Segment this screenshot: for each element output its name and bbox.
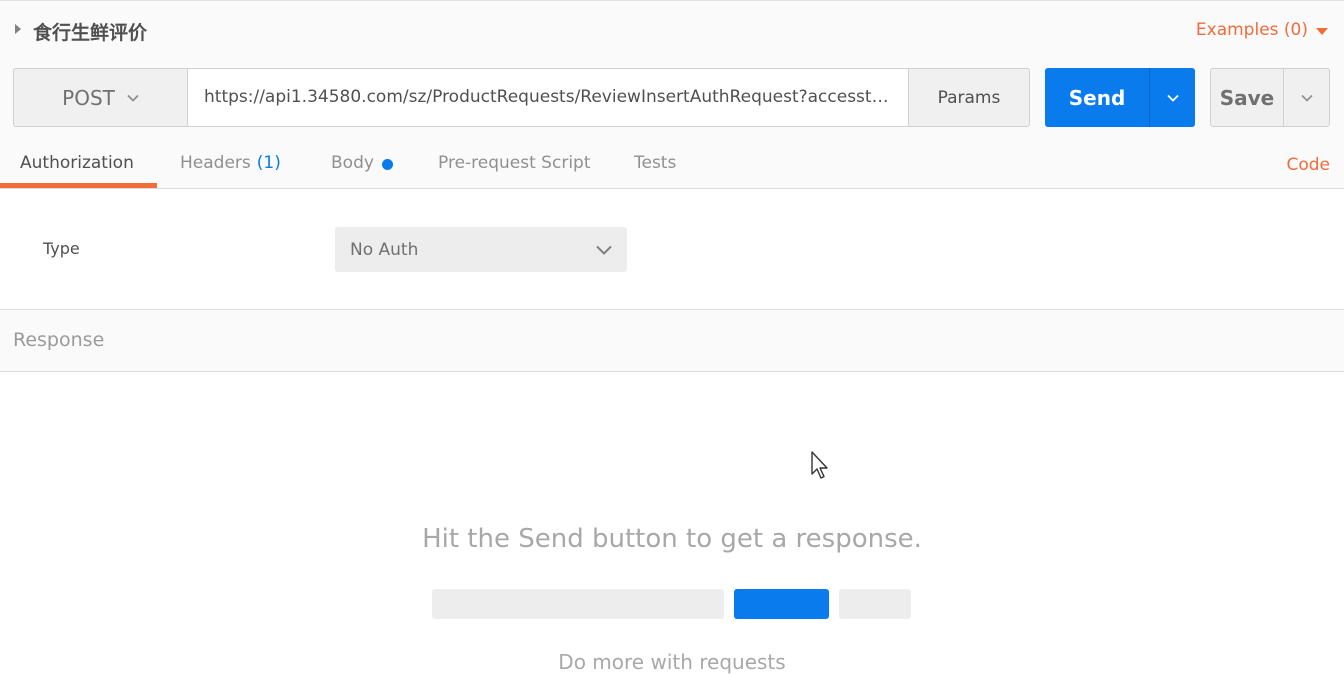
- mouse-cursor-icon: [811, 451, 828, 479]
- caret-down-icon: [1316, 27, 1328, 35]
- empty-response-message: Hit the Send button to get a response.: [422, 524, 922, 554]
- active-tab-indicator: [0, 183, 157, 188]
- method-select[interactable]: POST: [14, 69, 188, 126]
- skeleton-bar: [839, 589, 911, 619]
- request-header: 食行生鲜评价 Examples (0) POST https://api1.34…: [0, 0, 1344, 189]
- chevron-down-icon: [127, 94, 139, 102]
- request-name-row: 食行生鲜评价 Examples (0): [0, 11, 1344, 51]
- tab-pre-request-script[interactable]: Pre-request Script: [438, 141, 591, 189]
- tab-label: Body: [331, 153, 374, 173]
- auth-type-value: No Auth: [350, 239, 419, 260]
- auth-type-select[interactable]: No Auth: [335, 227, 627, 272]
- caret-right-icon[interactable]: [15, 24, 21, 34]
- url-bar: POST https://api1.34580.com/sz/ProductRe…: [13, 68, 1030, 127]
- tab-tests[interactable]: Tests: [634, 141, 676, 189]
- send-options-button[interactable]: [1149, 68, 1195, 127]
- chevron-down-icon: [596, 245, 612, 255]
- request-name[interactable]: 食行生鲜评价: [33, 18, 147, 45]
- tab-body[interactable]: Body: [331, 141, 393, 189]
- do-more-message: Do more with requests: [558, 650, 786, 674]
- response-header: Response: [0, 309, 1344, 372]
- save-options-button[interactable]: [1284, 69, 1329, 126]
- send-button[interactable]: Send: [1045, 68, 1149, 127]
- save-button-group: Save: [1210, 68, 1330, 127]
- tab-label: Headers: [180, 153, 251, 173]
- params-button[interactable]: Params: [908, 69, 1029, 126]
- url-input[interactable]: https://api1.34580.com/sz/ProductRequest…: [188, 69, 908, 126]
- examples-dropdown[interactable]: Examples (0): [1196, 20, 1328, 40]
- tab-label: Pre-request Script: [438, 153, 591, 173]
- save-button[interactable]: Save: [1211, 69, 1284, 126]
- modified-dot-icon: [381, 159, 393, 170]
- headers-count-badge: (1): [256, 153, 281, 173]
- send-button-group: Send: [1045, 68, 1195, 127]
- code-link[interactable]: Code: [1286, 155, 1330, 175]
- method-label: POST: [62, 85, 115, 110]
- tab-headers[interactable]: Headers (1): [180, 141, 281, 189]
- chevron-down-icon: [1166, 94, 1179, 102]
- chevron-down-icon: [1300, 94, 1313, 102]
- auth-type-label: Type: [43, 239, 80, 258]
- skeleton-bar: [432, 589, 724, 619]
- tab-label: Authorization: [20, 153, 134, 173]
- tab-label: Tests: [634, 153, 677, 173]
- skeleton-bar-accent: [734, 589, 829, 619]
- tab-authorization[interactable]: Authorization: [20, 141, 134, 189]
- request-tabs: Authorization Headers (1) Body Pre-reque…: [0, 141, 1344, 189]
- examples-label: Examples (0): [1195, 20, 1308, 40]
- response-title: Response: [13, 329, 105, 351]
